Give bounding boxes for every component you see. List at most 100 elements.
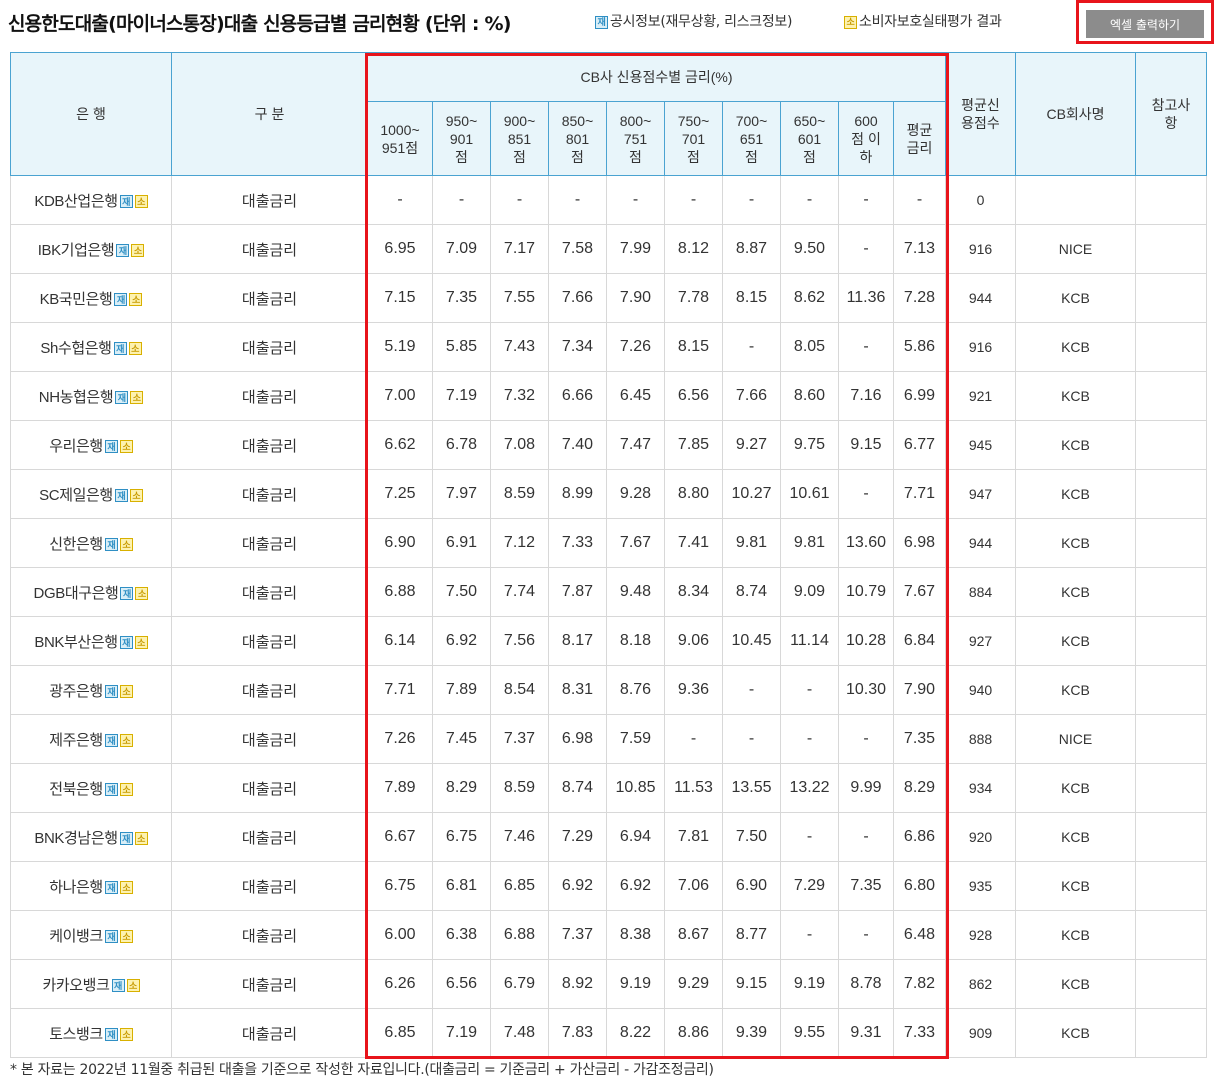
- bank-name[interactable]: KDB산업은행: [34, 193, 118, 210]
- consumer-badge-icon[interactable]: 소: [135, 586, 149, 600]
- bank-name[interactable]: BNK경남은행: [34, 830, 118, 847]
- bank-cell: SC제일은행 재 소: [10, 469, 172, 519]
- disclosure-badge-icon[interactable]: 재: [119, 194, 133, 208]
- bank-name[interactable]: NH농협은행: [39, 389, 114, 406]
- rate-cell: -: [722, 175, 781, 225]
- consumer-badge-icon[interactable]: 소: [129, 292, 143, 306]
- disclosure-badge-icon[interactable]: 재: [113, 341, 127, 355]
- consumer-badge-icon[interactable]: 소: [119, 537, 133, 551]
- bank-name[interactable]: 우리은행: [49, 438, 103, 455]
- disclosure-badge-icon[interactable]: 재: [111, 978, 125, 992]
- disclosure-badge-icon[interactable]: 재: [104, 880, 118, 894]
- disclosure-badge-icon[interactable]: 재: [115, 390, 129, 404]
- rate-cell: 7.71: [367, 665, 433, 715]
- disclosure-badge-icon[interactable]: 재: [104, 537, 118, 551]
- bank-name[interactable]: IBK기업은행: [38, 242, 115, 259]
- rate-cell: 7.45: [432, 714, 491, 764]
- disclosure-badge-icon[interactable]: 재: [119, 635, 133, 649]
- consumer-badge-icon[interactable]: 소: [131, 243, 145, 257]
- rate-cell: -: [838, 910, 894, 960]
- column-header-score-group: CB사 신용점수별 금리(%): [367, 52, 946, 102]
- avg-rate-cell: 6.98: [893, 518, 946, 568]
- bank-cell: KDB산업은행 재 소: [10, 175, 172, 225]
- avg-score-cell: 928: [945, 910, 1016, 960]
- disclosure-badge-icon[interactable]: 재: [119, 831, 133, 845]
- bank-name[interactable]: 제주은행: [49, 732, 103, 749]
- disclosure-badge-icon[interactable]: 재: [114, 292, 128, 306]
- rate-cell: 9.81: [780, 518, 839, 568]
- disclosure-badge-icon[interactable]: 재: [104, 929, 118, 943]
- rate-cell: 8.62: [780, 273, 839, 323]
- rate-cell: 9.75: [780, 420, 839, 470]
- consumer-badge-icon[interactable]: 소: [134, 194, 148, 208]
- disclosure-badge-icon[interactable]: 재: [114, 488, 128, 502]
- disclosure-badge-icon[interactable]: 재: [116, 243, 130, 257]
- consumer-badge-icon[interactable]: 소: [134, 635, 148, 649]
- rate-cell: 10.27: [722, 469, 781, 519]
- consumer-badge-icon[interactable]: 소: [129, 488, 143, 502]
- rate-cell: 7.81: [664, 812, 723, 862]
- bank-name[interactable]: 광주은행: [49, 683, 103, 700]
- page-title: 신용한도대출(마이너스통장)대출 신용등급별 금리현황 (단위 : %): [8, 13, 511, 35]
- bank-name[interactable]: 토스뱅크: [49, 1026, 103, 1043]
- rate-type-cell: 대출금리: [171, 175, 368, 225]
- consumer-badge-icon[interactable]: 소: [134, 831, 148, 845]
- legend-consumer-protection: 소 소비자보호실태평가 결과: [844, 11, 1002, 31]
- avg-score-cell: 916: [945, 224, 1016, 274]
- note-cell: [1135, 567, 1207, 617]
- consumer-badge-icon[interactable]: 소: [126, 978, 140, 992]
- cb-company-cell: NICE: [1015, 714, 1136, 764]
- rate-type-cell: 대출금리: [171, 763, 368, 813]
- rate-cell: 7.40: [548, 420, 607, 470]
- consumer-badge-icon[interactable]: 소: [128, 341, 142, 355]
- rate-cell: 6.85: [490, 861, 549, 911]
- column-header-score-range: 700~ 651 점: [722, 101, 781, 176]
- avg-rate-cell: 7.90: [893, 665, 946, 715]
- bank-name[interactable]: SC제일은행: [39, 487, 113, 504]
- disclosure-badge-icon[interactable]: 재: [104, 1027, 118, 1041]
- table-row: 케이뱅크 재 소 대출금리 6.00 6.38 6.88 7.37 8.38 8.67 8.77- -…: [10, 910, 1207, 960]
- rate-cell: 6.45: [606, 371, 665, 421]
- avg-score-cell: 862: [945, 959, 1016, 1009]
- consumer-badge-icon[interactable]: 소: [119, 929, 133, 943]
- bank-name[interactable]: 신한은행: [49, 536, 103, 553]
- rate-type-cell: 대출금리: [171, 665, 368, 715]
- rate-cell: 10.85: [606, 763, 665, 813]
- bank-name[interactable]: 하나은행: [49, 879, 103, 896]
- bank-name[interactable]: DGB대구은행: [34, 585, 119, 602]
- disclosure-badge-icon: 재: [595, 16, 608, 29]
- consumer-badge-icon[interactable]: 소: [130, 390, 144, 404]
- rate-cell: 13.60: [838, 518, 894, 568]
- disclosure-badge-icon[interactable]: 재: [104, 439, 118, 453]
- rate-cell: 6.79: [490, 959, 549, 1009]
- disclosure-badge-icon[interactable]: 재: [104, 733, 118, 747]
- excel-export-button[interactable]: 엑셀 출력하기: [1086, 10, 1204, 38]
- consumer-badge-icon[interactable]: 소: [119, 880, 133, 894]
- bank-name[interactable]: BNK부산은행: [34, 634, 118, 651]
- rate-cell: 9.29: [664, 959, 723, 1009]
- disclosure-badge-icon[interactable]: 재: [104, 782, 118, 796]
- rate-cell: 8.77: [722, 910, 781, 960]
- bank-name[interactable]: KB국민은행: [40, 291, 113, 308]
- avg-rate-cell: 7.33: [893, 1008, 946, 1058]
- bank-name[interactable]: 카카오뱅크: [42, 977, 109, 994]
- rate-cell: 9.06: [664, 616, 723, 666]
- bank-name[interactable]: 케이뱅크: [49, 928, 103, 945]
- disclosure-badge-icon[interactable]: 재: [104, 684, 118, 698]
- consumer-badge-icon[interactable]: 소: [119, 733, 133, 747]
- consumer-badge-icon[interactable]: 소: [119, 1027, 133, 1041]
- consumer-badge-icon[interactable]: 소: [119, 684, 133, 698]
- bank-name[interactable]: 전북은행: [49, 781, 103, 798]
- legend-disclosure-label: 공시정보(재무상황, 리스크정보): [610, 14, 793, 30]
- disclosure-badge-icon[interactable]: 재: [120, 586, 134, 600]
- bank-name[interactable]: Sh수협은행: [40, 340, 112, 357]
- rate-cell: 7.26: [606, 322, 665, 372]
- consumer-badge-icon[interactable]: 소: [119, 439, 133, 453]
- rate-cell: -: [780, 714, 839, 764]
- table-row: SC제일은행 재 소 대출금리 7.25 7.97 8.59 8.99 9.28 8.80 10.2…: [10, 469, 1207, 519]
- rate-cell: 9.81: [722, 518, 781, 568]
- rate-cell: 9.28: [606, 469, 665, 519]
- rate-cell: 8.92: [548, 959, 607, 1009]
- note-cell: [1135, 420, 1207, 470]
- consumer-badge-icon[interactable]: 소: [119, 782, 133, 796]
